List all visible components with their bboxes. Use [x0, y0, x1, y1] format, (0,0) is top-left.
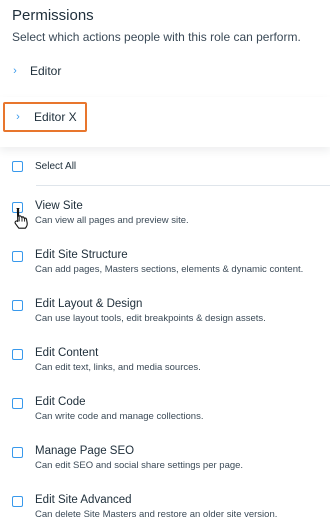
chevron-right-icon: › — [16, 111, 20, 123]
edit-site-advanced-checkbox[interactable] — [12, 496, 23, 507]
page-title: Permissions — [12, 7, 94, 24]
manage-page-seo-checkbox[interactable] — [12, 447, 23, 458]
permission-title: Edit Content — [35, 347, 99, 359]
edit-layout-design-checkbox[interactable] — [12, 300, 23, 311]
permission-description: Can add pages, Masters sections, element… — [35, 264, 304, 275]
select-all-label: Select All — [35, 161, 77, 172]
permission-description: Can use layout tools, edit breakpoints &… — [35, 313, 266, 324]
permission-description: Can write code and manage collections. — [35, 411, 204, 422]
permission-title: Edit Site Advanced — [35, 494, 132, 506]
section-editor-x-label: Editor X — [34, 110, 77, 124]
permission-edit-content[interactable]: Edit Content Can edit text, links, and m… — [12, 346, 201, 374]
permission-edit-site-structure[interactable]: Edit Site Structure Can add pages, Maste… — [12, 248, 303, 276]
select-all-checkbox[interactable] — [12, 161, 23, 172]
edit-site-structure-checkbox[interactable] — [12, 251, 23, 262]
permission-title: Edit Site Structure — [35, 249, 128, 261]
permission-title: Manage Page SEO — [35, 445, 135, 457]
permission-manage-page-seo[interactable]: Manage Page SEO Can edit SEO and social … — [12, 444, 243, 472]
edit-content-checkbox[interactable] — [12, 349, 23, 360]
permission-view-site[interactable]: View Site Can view all pages and preview… — [12, 199, 189, 227]
permission-title: Edit Code — [35, 396, 86, 408]
highlight-box: › Editor X — [3, 102, 87, 132]
select-all-row[interactable]: Select All — [12, 161, 76, 172]
chevron-right-icon: › — [13, 65, 17, 77]
permissions-header: Permissions Select which actions people … — [12, 6, 301, 45]
permission-description: Can delete Site Masters and restore an o… — [35, 509, 278, 520]
section-editor-label: Editor — [30, 64, 62, 78]
hand-pointer-icon — [14, 207, 28, 229]
section-editor-x[interactable]: › Editor X — [0, 97, 330, 147]
permission-description: Can edit SEO and social share settings p… — [35, 460, 244, 471]
permission-edit-site-advanced[interactable]: Edit Site Advanced Can delete Site Maste… — [12, 493, 277, 521]
edit-code-checkbox[interactable] — [12, 398, 23, 409]
section-editor[interactable]: › Editor — [0, 60, 330, 82]
permission-title: Edit Layout & Design — [35, 298, 143, 310]
permission-title: View Site — [35, 200, 83, 212]
permission-description: Can view all pages and preview site. — [35, 215, 189, 226]
permission-edit-code[interactable]: Edit Code Can write code and manage coll… — [12, 395, 203, 423]
permission-description: Can edit text, links, and media sources. — [35, 362, 201, 373]
page-subtitle: Select which actions people with this ro… — [12, 30, 301, 44]
divider — [36, 185, 330, 186]
permission-edit-layout-design[interactable]: Edit Layout & Design Can use layout tool… — [12, 297, 266, 325]
